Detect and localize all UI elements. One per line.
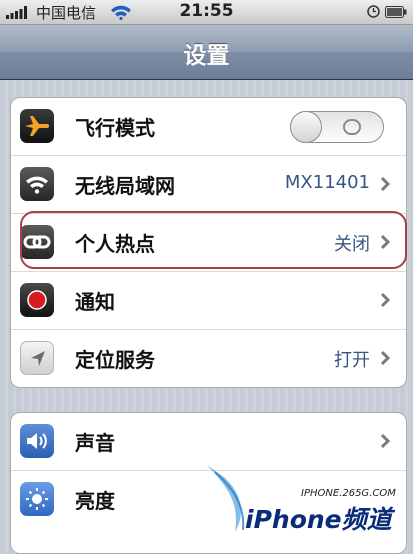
chevron-right-icon [380,176,390,192]
alarm-clock-icon [367,5,380,18]
battery-icon [385,6,407,18]
settings-row-location-services[interactable]: 定位服务 打开 [11,329,406,387]
row-label: 定位服务 [75,348,155,372]
chevron-right-icon [380,350,390,366]
row-label: 亮度 [75,489,115,513]
chevron-right-icon [380,234,390,250]
settings-group-2: 声音 亮度 [10,412,407,554]
row-label: 个人热点 [75,232,155,256]
status-time: 21:55 [179,1,234,21]
status-bar: 中国电信 21:55 [0,0,413,25]
wifi-icon [20,167,54,201]
row-value: 关闭 [334,234,370,255]
chevron-right-icon [380,292,390,308]
toggle-knob [290,111,322,143]
row-label: 无线局域网 [75,174,175,198]
settings-row-wifi[interactable]: 无线局域网 MX11401 [11,155,406,213]
airplane-icon [20,109,54,143]
row-label: 声音 [75,431,115,455]
settings-row-brightness[interactable]: 亮度 [11,470,406,528]
link-icon [20,225,54,259]
speaker-icon [20,424,54,458]
page-title: 设置 [183,43,230,69]
navigation-bar: 设置 [0,25,413,80]
row-label: 通知 [75,290,115,314]
chevron-right-icon [380,433,390,449]
toggle-off-indicator-icon [343,119,361,135]
settings-row-airplane-mode[interactable]: 飞行模式 [11,98,406,155]
location-icon [20,341,54,375]
airplane-mode-toggle[interactable] [290,111,384,143]
row-value: 打开 [334,350,370,371]
brightness-icon [20,482,54,516]
settings-group-1: 飞行模式 无线局域网 MX11401 个人热点 关闭 通知 定位服务 打开 [10,97,407,388]
settings-row-personal-hotspot[interactable]: 个人热点 关闭 [11,213,406,271]
settings-row-notifications[interactable]: 通知 [11,271,406,329]
row-label: 飞行模式 [75,116,155,140]
notification-icon [20,283,54,317]
row-value: MX11401 [284,172,370,193]
settings-row-sounds[interactable]: 声音 [11,413,406,470]
